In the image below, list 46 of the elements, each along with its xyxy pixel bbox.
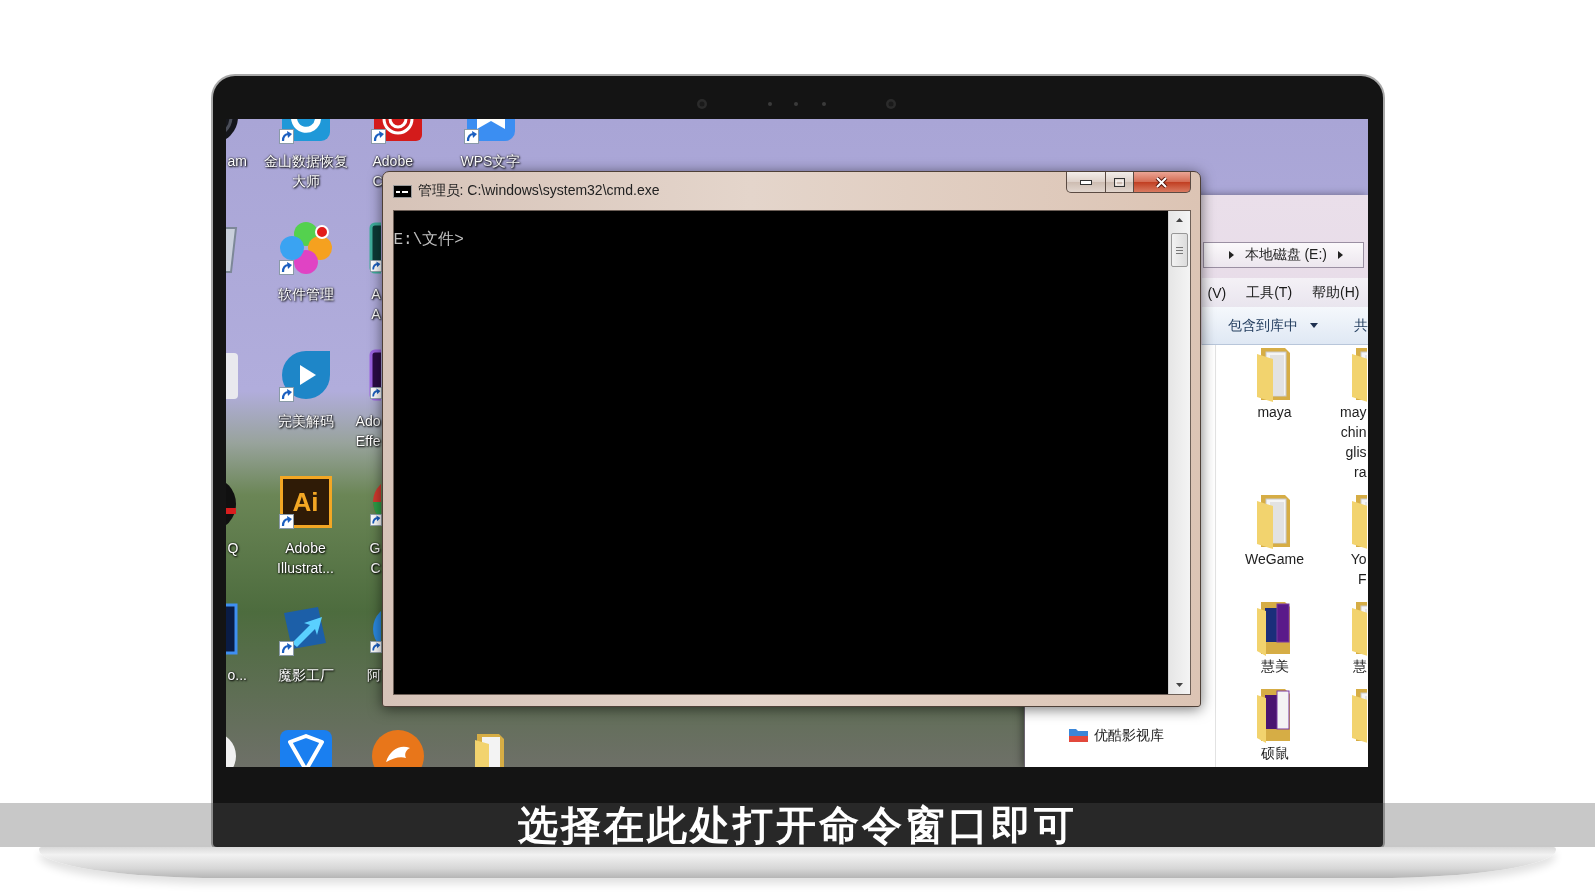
file-item[interactable]: 慧 <box>1319 600 1367 676</box>
down-arrow-icon[interactable] <box>1175 683 1183 687</box>
desktop-icon[interactable]: Ai Adobe Illustrat... <box>259 474 352 578</box>
breadcrumb[interactable]: 本地磁盘 (E:) <box>1244 246 1327 264</box>
menu-item[interactable]: (V) <box>1207 284 1227 301</box>
shortcut-arrow-icon <box>369 387 382 399</box>
desktop-icon[interactable]: 魔影工厂 <box>259 601 352 685</box>
scrollbar-thumb[interactable] <box>1170 233 1188 267</box>
console-line: E:\文件> <box>393 230 465 250</box>
app-logo: Ai <box>279 476 332 528</box>
toolbar-button[interactable]: 共 <box>1353 316 1368 335</box>
maximize-icon <box>1113 177 1125 187</box>
sensor-icon <box>768 102 772 106</box>
nav-item[interactable]: 优酷影视库 <box>1068 725 1215 745</box>
window-title: 管理员: C:\windows\system32\cmd.exe <box>417 182 660 200</box>
sensor-icon <box>697 99 707 109</box>
desktop-icon[interactable]: o... <box>225 601 260 685</box>
shortcut-arrow-icon <box>369 514 382 526</box>
caret-down-icon <box>1309 323 1318 328</box>
shortcut-arrow-icon <box>369 641 382 653</box>
address-bar[interactable]: 本地磁盘 (E:) <box>1202 242 1364 268</box>
camera-icon <box>794 102 798 106</box>
minimize-button[interactable] <box>1065 172 1106 193</box>
menu-item[interactable]: 工具(T) <box>1246 283 1293 302</box>
file-item[interactable]: Yo F <box>1319 493 1367 589</box>
file-item[interactable]: may chin glis ra <box>1319 346 1367 482</box>
file-item[interactable]: 慧美 <box>1229 600 1320 676</box>
toolbar-button[interactable]: 包含到库中 <box>1227 316 1318 335</box>
file-item[interactable]: WeGame <box>1229 493 1320 569</box>
chevron-right-icon <box>1228 251 1234 259</box>
sensor-icon <box>822 102 826 106</box>
minimize-icon <box>1079 179 1092 185</box>
chevron-right-icon <box>1337 251 1343 259</box>
file-item[interactable]: maya <box>1229 346 1320 422</box>
file-item[interactable]: 硕鼠 <box>1229 687 1320 763</box>
subtitle-text: 选择在此处打开命令窗口即可 <box>518 803 1077 847</box>
up-arrow-icon[interactable] <box>1175 218 1183 222</box>
maximize-button[interactable] <box>1105 172 1134 193</box>
close-button[interactable] <box>1133 172 1191 193</box>
folder-icon <box>1068 728 1088 742</box>
close-icon <box>1155 176 1168 188</box>
console-icon <box>392 184 412 198</box>
menu-item[interactable]: 帮助(H) <box>1312 283 1360 302</box>
desktop-icon[interactable]: Q <box>225 474 260 558</box>
shortcut-arrow-icon <box>369 260 382 272</box>
sensor-icon <box>886 99 896 109</box>
